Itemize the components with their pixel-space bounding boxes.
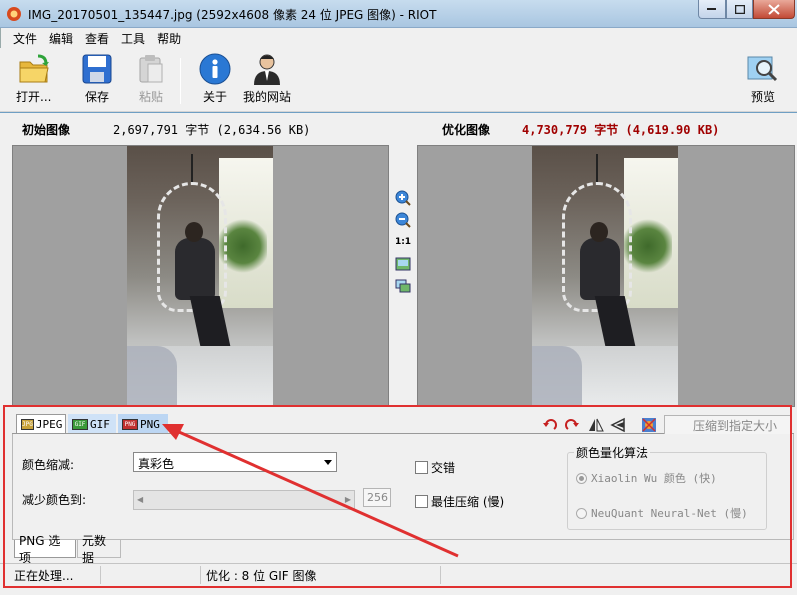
zoom-out-icon[interactable] <box>395 212 411 228</box>
compress-to-size-button[interactable]: 压缩到指定大小 <box>664 415 792 435</box>
maximize-icon <box>734 4 745 14</box>
png-format-icon: PNG <box>122 418 138 430</box>
preview-button[interactable]: 预览 <box>746 52 780 105</box>
radio-neuquant[interactable]: NeuQuant Neural-Net (慢) <box>576 505 748 521</box>
user-person-icon <box>250 52 284 86</box>
color-reduction-select[interactable]: 真彩色 <box>133 452 337 472</box>
flip-horizontal-icon[interactable] <box>587 416 605 434</box>
tab-jpeg[interactable]: JPG JPEG <box>16 414 66 434</box>
zoom-toolbar: 1:1 <box>394 190 412 300</box>
menu-file[interactable]: 文件 <box>7 30 43 47</box>
status-bar: 正在处理... 优化 : 8 位 GIF 图像 <box>0 563 797 585</box>
close-button[interactable] <box>753 0 795 19</box>
optimized-image-size: 4,730,779 字节 (4,619.90 KB) <box>522 123 720 137</box>
toolbar: 打开... 保存 粘贴 关于 我的网站 预览 <box>0 48 797 112</box>
rotate-right-icon[interactable] <box>563 416 581 434</box>
preview-label: 预览 <box>750 90 775 104</box>
paste-clipboard-icon <box>134 52 168 86</box>
original-image-label: 初始图像 <box>22 123 71 137</box>
tab-metadata[interactable]: 元数据 <box>77 534 121 565</box>
save-disk-icon <box>80 52 114 86</box>
radio-xiaolin-wu[interactable]: Xiaolin Wu 颜色 (快) <box>576 470 717 486</box>
color-reduction-value: 真彩色 <box>138 457 175 471</box>
title-bar: IMG_20170501_135447.jpg (2592x4608 像素 24… <box>0 0 797 28</box>
save-label: 保存 <box>84 90 109 104</box>
menu-bar: 文件 编辑 查看 工具 帮助 <box>0 28 797 48</box>
radio-neuquant-label: NeuQuant Neural-Net (慢) <box>591 507 748 520</box>
chevron-down-icon <box>324 460 332 465</box>
status-processing: 正在处理... <box>14 569 74 583</box>
app-icon <box>7 7 21 21</box>
fit-image-icon[interactable] <box>395 256 411 272</box>
optimized-image-label: 优化图像 <box>442 123 491 137</box>
best-compression-checkbox-box <box>415 495 428 508</box>
flip-vertical-icon[interactable] <box>609 416 627 434</box>
menu-edit[interactable]: 编辑 <box>43 30 79 47</box>
original-image-size: 2,697,791 字节 (2,634.56 KB) <box>113 123 311 137</box>
image-info-row: 初始图像 2,697,791 字节 (2,634.56 KB) 优化图像 4,7… <box>0 113 797 143</box>
status-optimization: 优化 : 8 位 GIF 图像 <box>206 569 317 583</box>
original-photo <box>127 146 273 406</box>
save-button[interactable]: 保存 <box>80 52 114 105</box>
toolbar-separator <box>180 58 181 104</box>
website-label: 我的网站 <box>243 90 292 104</box>
paste-button[interactable]: 粘贴 <box>134 52 168 105</box>
interlaced-checkbox[interactable]: 交错 <box>415 459 455 476</box>
tab-gif[interactable]: GIF GIF <box>68 414 116 434</box>
open-button[interactable]: 打开... <box>16 52 51 105</box>
quantization-group-title: 颜色量化算法 <box>574 444 651 461</box>
jpeg-format-icon: JPG <box>21 419 34 430</box>
paste-label: 粘贴 <box>138 90 163 104</box>
slider-right-arrow-icon: ▶ <box>344 495 351 504</box>
tab-png-label: PNG <box>140 417 160 431</box>
zoom-actual-size-button[interactable]: 1:1 <box>395 234 411 250</box>
rotate-left-icon[interactable] <box>541 416 559 434</box>
open-label: 打开... <box>16 90 52 104</box>
reduce-colors-label: 减少颜色到: <box>22 493 87 507</box>
window-bottom-edge <box>0 585 797 595</box>
folder-open-icon <box>17 52 51 86</box>
best-compression-checkbox[interactable]: 最佳压缩 (慢) <box>415 493 504 510</box>
original-image-pane[interactable] <box>12 145 389 407</box>
reduce-colors-value[interactable]: 256 <box>363 488 391 507</box>
interlaced-label: 交错 <box>431 461 456 475</box>
tab-png[interactable]: PNG PNG <box>118 414 168 434</box>
gif-format-icon: GIF <box>72 418 88 430</box>
menu-tools[interactable]: 工具 <box>115 30 151 47</box>
website-button[interactable]: 我的网站 <box>243 52 291 105</box>
tab-jpeg-label: JPEG <box>35 418 63 431</box>
reduce-colors-slider[interactable]: ◀ ▶ <box>133 490 355 510</box>
best-compression-label: 最佳压缩 (慢) <box>431 495 505 509</box>
minimize-button[interactable] <box>698 0 726 19</box>
zoom-in-icon[interactable] <box>395 190 411 206</box>
preview-magnifier-icon <box>746 52 780 86</box>
window-title: IMG_20170501_135447.jpg (2592x4608 像素 24… <box>28 8 437 22</box>
compare-images-icon[interactable] <box>395 278 411 294</box>
tab-png-options[interactable]: PNG 选项 <box>14 534 76 565</box>
info-icon <box>198 52 232 86</box>
maximize-button[interactable] <box>726 0 753 19</box>
interlaced-checkbox-box <box>415 461 428 474</box>
close-icon <box>768 3 780 15</box>
about-button[interactable]: 关于 <box>198 52 232 105</box>
slider-left-arrow-icon: ◀ <box>137 495 144 504</box>
about-label: 关于 <box>202 90 227 104</box>
radio-neuquant-dot <box>576 507 587 519</box>
radio-xiaolin-wu-dot <box>576 472 587 484</box>
menu-view[interactable]: 查看 <box>79 30 115 47</box>
minimize-icon <box>707 8 716 10</box>
optimized-image-pane[interactable] <box>417 145 795 407</box>
image-adjust-icon[interactable] <box>640 416 658 434</box>
menu-help[interactable]: 帮助 <box>151 30 187 47</box>
tab-gif-label: GIF <box>90 417 110 431</box>
optimized-photo <box>532 146 678 406</box>
color-reduction-label: 颜色缩减: <box>22 458 75 472</box>
radio-xiaolin-wu-label: Xiaolin Wu 颜色 (快) <box>591 472 717 485</box>
